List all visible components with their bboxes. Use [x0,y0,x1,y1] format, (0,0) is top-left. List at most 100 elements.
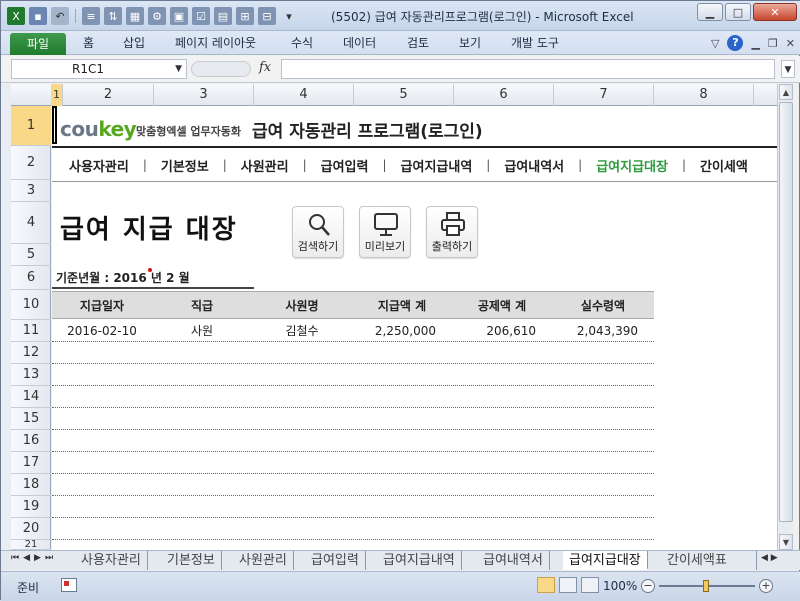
table-icon[interactable]: ▦ [126,7,144,25]
nav-item-basic-info[interactable]: 기본정보 [161,156,209,175]
tab-formulas[interactable]: 수식 [291,34,313,54]
column-header[interactable]: 6 [454,84,554,106]
checkbox-icon[interactable]: ☑ [192,7,210,25]
sheet-tab-salary-input[interactable]: 급여입력 [305,551,366,570]
next-sheet-icon[interactable]: ▶ [34,553,41,563]
table-row[interactable] [52,342,654,364]
table-row[interactable] [52,518,654,540]
align-icon[interactable]: ⊞ [236,7,254,25]
row-header[interactable]: 13 [11,364,51,386]
row-header[interactable]: 18 [11,474,51,496]
sheet-tab-payroll-ledger[interactable]: 급여지급대장 [563,551,648,570]
row-header[interactable]: 2 [11,146,51,180]
minimize-workbook-icon[interactable]: ▁ [751,37,759,50]
row-header[interactable]: 12 [11,342,51,364]
table-row[interactable] [52,386,654,408]
sheet-tab-basic-info[interactable]: 기본정보 [161,551,222,570]
normal-view-button[interactable] [537,577,555,593]
row-header[interactable]: 6 [11,266,51,290]
column-header[interactable]: 1 [51,84,63,106]
table-row[interactable] [52,430,654,452]
undo-icon[interactable]: ↶ [51,7,69,25]
column-header[interactable]: 5 [354,84,454,106]
expand-formula-icon[interactable]: ▼ [781,60,795,78]
tab-page-layout[interactable]: 페이지 레이아웃 [175,34,256,54]
tab-review[interactable]: 검토 [407,34,429,54]
row-header[interactable]: 16 [11,430,51,452]
zoom-knob[interactable] [703,580,709,592]
nav-item-employee-management[interactable]: 사원관리 [241,156,289,175]
last-sheet-icon[interactable]: ⏭ [45,553,53,563]
first-sheet-icon[interactable]: ⏮ [11,553,19,563]
column-header[interactable]: 3 [154,84,254,106]
row-header[interactable]: 10 [11,290,51,320]
customize-toolbar-icon[interactable]: ▾ [280,7,298,25]
row-header[interactable]: 11 [11,320,51,342]
distribute-icon[interactable]: ⊟ [258,7,276,25]
table-row[interactable] [52,496,654,518]
record-macro-icon[interactable] [61,578,77,592]
restore-workbook-icon[interactable]: ❐ [768,37,778,50]
maximize-button[interactable]: □ [725,3,751,21]
formula-input[interactable] [281,59,775,79]
row-header[interactable]: 20 [11,518,51,540]
scroll-up-icon[interactable]: ▲ [779,84,793,100]
help-icon[interactable]: ? [727,35,744,51]
page-layout-view-button[interactable] [559,577,577,593]
vertical-scrollbar[interactable]: ▲ ▼ [777,84,793,550]
row-header[interactable]: 14 [11,386,51,408]
close-button[interactable]: ✕ [753,3,797,21]
close-workbook-icon[interactable]: ✕ [786,37,795,50]
row-header[interactable]: 5 [11,244,51,266]
insert-function-icon[interactable]: fx [259,60,271,75]
tab-home[interactable]: 홈 [83,34,94,54]
tab-view[interactable]: 보기 [459,34,481,54]
column-header[interactable]: 2 [63,84,154,106]
employee-name-cell[interactable]: 김철수 [252,320,352,341]
page-break-view-button[interactable] [581,577,599,593]
base-date[interactable]: 기준년월 : 2016 년 2 월 [52,267,254,289]
tab-data[interactable]: 데이터 [343,34,376,54]
table-row[interactable]: 2016-02-10 사원 김철수 2,250,000 206,610 2,04… [52,320,654,342]
worksheet[interactable]: coukey 맞춤형엑셀 업무자동화 급여 자동관리 프로그램(로그인) 사용자… [52,106,777,550]
tab-insert[interactable]: 삽입 [123,34,145,54]
name-box[interactable]: R1C1 ▼ [11,59,187,79]
zoom-slider[interactable]: − + [641,579,773,593]
table-row[interactable] [52,452,654,474]
nav-item-payment-history[interactable]: 급여지급내역 [401,156,473,175]
preview-button[interactable]: 미리보기 [359,206,411,258]
formula-bar-splitter[interactable] [191,61,251,77]
sheet-tab-pay-statement[interactable]: 급여내역서 [477,551,550,570]
tab-file[interactable]: 파일 [10,33,66,55]
chevron-down-icon[interactable]: ▼ [175,60,182,78]
row-header[interactable]: 15 [11,408,51,430]
save-icon[interactable]: ▪ [29,7,47,25]
picture-icon[interactable]: ▣ [170,7,188,25]
form-icon[interactable]: ≡ [82,7,100,25]
nav-item-pay-statement[interactable]: 급여내역서 [504,156,564,175]
prev-sheet-icon[interactable]: ◀ [23,553,30,563]
grid-icon[interactable]: ▤ [214,7,232,25]
sheet-tab-employee-management[interactable]: 사원관리 [233,551,294,570]
tab-developer[interactable]: 개발 도구 [511,34,559,54]
scroll-down-icon[interactable]: ▼ [779,534,793,550]
deduction-cell[interactable]: 206,610 [452,320,552,341]
sheet-tab-simplified-tax[interactable]: 간이세액표 [661,551,757,570]
sort-icon[interactable]: ⇅ [104,7,122,25]
zoom-level[interactable]: 100% [603,579,637,593]
nav-item-user-management[interactable]: 사용자관리 [69,156,129,175]
pay-date-cell[interactable]: 2016-02-10 [52,320,152,341]
row-header[interactable]: 21 [11,539,51,550]
column-header[interactable]: 4 [254,84,354,106]
row-header[interactable]: 17 [11,452,51,474]
gross-pay-cell[interactable]: 2,250,000 [352,320,452,341]
active-cell[interactable] [52,106,57,144]
position-cell[interactable]: 사원 [152,320,252,341]
settings-icon[interactable]: ⚙ [148,7,166,25]
print-button[interactable]: 출력하기 [426,206,478,258]
table-row[interactable] [52,364,654,386]
search-button[interactable]: 검색하기 [292,206,344,258]
sheet-tab-payment-history[interactable]: 급여지급내역 [377,551,462,570]
nav-item-payroll-ledger[interactable]: 급여지급대장 [596,156,668,175]
zoom-out-icon[interactable]: − [641,579,655,593]
